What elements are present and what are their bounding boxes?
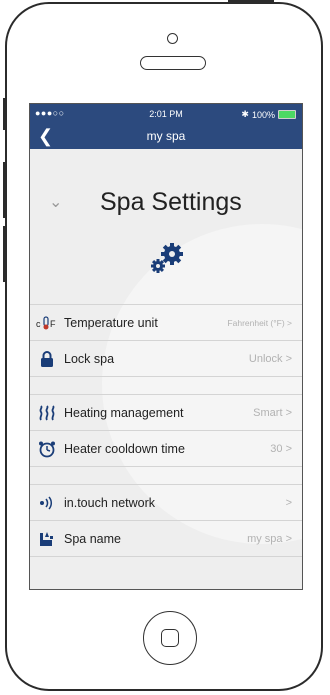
gears-icon xyxy=(151,243,183,273)
home-button-square xyxy=(161,629,179,647)
settings-group-1: c F Temperature unit Fahrenheit (°F) > L… xyxy=(30,304,302,377)
front-camera xyxy=(167,33,178,44)
row-value: Unlock > xyxy=(248,352,292,365)
battery-percent: 100% xyxy=(251,109,275,120)
svg-text:c: c xyxy=(36,319,41,329)
spa-name-icon xyxy=(36,530,58,548)
row-value: > xyxy=(285,496,292,509)
page-title: Spa Settings xyxy=(100,188,242,216)
row-temperature-unit[interactable]: c F Temperature unit Fahrenheit (°F) > xyxy=(30,304,302,340)
row-label: Heater cooldown time xyxy=(64,441,185,456)
settings-group-3: in.touch network > Spa name my spa > xyxy=(30,484,302,557)
status-bar: ●●●○○ 2:01 PM ✱ 100% xyxy=(30,104,302,124)
battery-icon xyxy=(278,110,296,119)
row-heater-cooldown[interactable]: Heater cooldown time 30 > xyxy=(30,430,302,467)
svg-text:F: F xyxy=(50,319,56,329)
row-value: 30 > xyxy=(270,442,292,455)
row-value: Smart > xyxy=(253,406,292,419)
row-label: Lock spa xyxy=(64,351,115,366)
row-spa-name[interactable]: Spa name my spa > xyxy=(30,520,302,557)
row-label: Spa name xyxy=(64,531,121,546)
nav-title: my spa xyxy=(146,129,186,143)
nav-bar: ❮ my spa xyxy=(30,124,302,149)
row-label: Temperature unit xyxy=(64,315,158,330)
settings-group-2: Heating management Smart > Heater cooldo… xyxy=(30,394,302,467)
temperature-unit-icon: c F xyxy=(36,315,58,330)
app-screen: ●●●○○ 2:01 PM ✱ 100% ❮ my spa ⌄ Spa Sett… xyxy=(29,103,303,590)
timer-icon xyxy=(36,440,58,458)
heating-icon xyxy=(36,404,58,421)
row-lock-spa[interactable]: Lock spa Unlock > xyxy=(30,340,302,377)
network-icon xyxy=(36,496,58,510)
bluetooth-icon: ✱ xyxy=(241,109,249,119)
status-right: ✱ 100% xyxy=(241,109,296,120)
row-label: in.touch network xyxy=(64,495,156,510)
earpiece-speaker xyxy=(140,56,206,70)
row-value: my spa > xyxy=(247,532,292,545)
row-heating-management[interactable]: Heating management Smart > xyxy=(30,394,302,430)
lock-icon xyxy=(36,350,58,367)
row-value: Fahrenheit (°F) > xyxy=(227,317,292,328)
row-label: Heating management xyxy=(64,405,184,420)
row-intouch-network[interactable]: in.touch network > xyxy=(30,484,302,520)
chevron-down-icon[interactable]: ⌄ xyxy=(49,192,62,212)
